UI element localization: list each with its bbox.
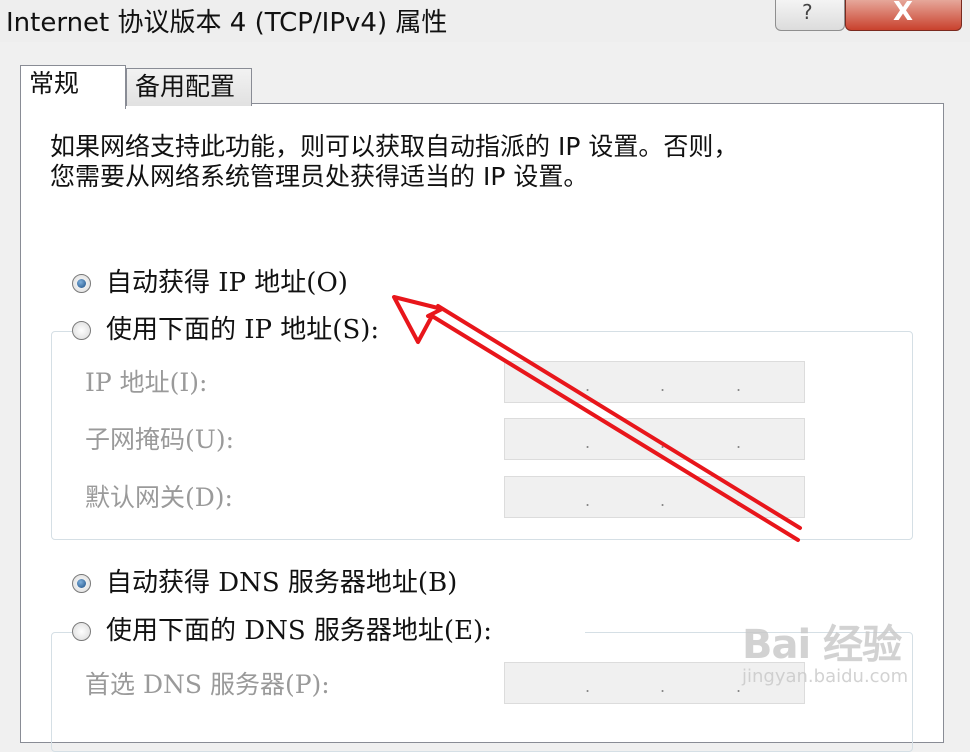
annotation-arrow <box>392 295 802 542</box>
